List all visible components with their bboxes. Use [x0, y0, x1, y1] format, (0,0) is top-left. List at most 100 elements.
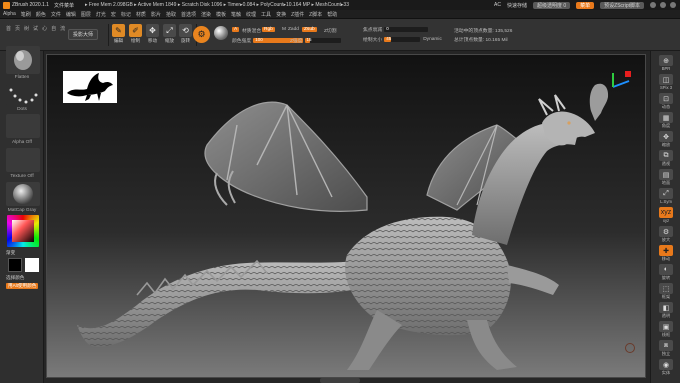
menu-item[interactable]: 渲染	[201, 11, 211, 18]
quick-tab[interactable]: 流	[60, 25, 65, 32]
menu-item[interactable]: 文件	[51, 11, 61, 18]
material-sphere-icon[interactable]	[214, 26, 228, 40]
z-intensity-slider[interactable]: Z强度 15	[290, 37, 341, 44]
zcut-toggle[interactable]: Z切割	[322, 27, 339, 34]
xyz-button[interactable]: xyz xyz	[656, 207, 676, 224]
quick-tab[interactable]: 首	[6, 25, 11, 32]
polyframe-button[interactable]: ▣ 线框	[656, 321, 676, 338]
quick-tab[interactable]: 自	[51, 25, 56, 32]
head	[542, 111, 595, 146]
menu-item[interactable]: Alpha	[3, 11, 16, 17]
rotate-icon: ⟲	[179, 24, 192, 37]
menu-item[interactable]: 模板	[216, 11, 226, 18]
z-intensity-track[interactable]: 15	[304, 37, 341, 43]
lsym-button[interactable]: ⤢ L.Sym	[656, 188, 676, 205]
zoom-button[interactable]: ✥ 缩放	[656, 131, 676, 148]
alternate-color-button[interactable]: 用Alt使用颜色	[6, 283, 39, 289]
switch-color-button[interactable]: 选择颜色	[6, 275, 24, 281]
dynamic-button[interactable]: ⊡ 动态	[656, 93, 676, 110]
minimize-icon[interactable]	[650, 2, 656, 8]
material-blend-label[interactable]: 材质混合	[240, 27, 263, 34]
stroke-slot[interactable]	[6, 84, 40, 106]
menu-item[interactable]: 工具	[261, 11, 271, 18]
menu-item[interactable]: 编辑	[66, 11, 76, 18]
menu-item[interactable]: 笔触	[231, 11, 241, 18]
perspective-toggle[interactable]: 投影大师	[68, 29, 99, 40]
menu-item[interactable]: 灯光	[96, 11, 106, 18]
rotate-button[interactable]: ⟲ 旋转	[177, 24, 194, 46]
default-zscript-button[interactable]: 预设ZScript脚本	[600, 1, 644, 9]
close-icon[interactable]	[670, 2, 676, 8]
ac-label[interactable]: AC	[494, 2, 501, 8]
move-button[interactable]: ✚ 移动	[656, 245, 676, 262]
spix-button[interactable]: ◫ SPix 3	[656, 74, 676, 91]
draw-button[interactable]: ✐ 绘制	[127, 24, 144, 46]
rgb-toggle[interactable]: Rgb	[262, 27, 275, 32]
zsub-toggle[interactable]: Zsub	[302, 27, 317, 32]
persp-button[interactable]: ⧉ 透视	[656, 150, 676, 167]
transparency-button[interactable]: 超级透明度 0	[532, 1, 571, 9]
menu-item[interactable]: 影片	[151, 11, 161, 18]
alpha-slot[interactable]	[6, 114, 40, 138]
document-canvas[interactable]	[46, 54, 646, 378]
move-button[interactable]: ✥ 移动	[144, 24, 161, 46]
rgb-intensity-label: 颜色强度	[232, 38, 252, 44]
brush-slot[interactable]	[6, 46, 40, 74]
floor-button[interactable]: ▤ 地面	[656, 169, 676, 186]
menu-item[interactable]: 颜色	[36, 11, 46, 18]
texture-slot[interactable]	[6, 148, 40, 172]
menu-item[interactable]: 标记	[121, 11, 131, 18]
rotate-label: 旋转	[661, 275, 671, 280]
transp-button[interactable]: ◧ 透明	[656, 302, 676, 319]
solo-button[interactable]: ⧈ 独立	[656, 340, 676, 357]
quick-tab[interactable]: 心	[42, 25, 47, 32]
quick-tab[interactable]: 树	[24, 25, 29, 32]
stroke-label: Dots	[17, 107, 27, 112]
zadd-toggle[interactable]: Zadd	[286, 27, 301, 32]
menu-item[interactable]: Z脚本	[309, 11, 322, 18]
edit-button[interactable]: ✎ 编辑	[110, 24, 127, 46]
main-color-swatch[interactable]	[8, 258, 22, 272]
quick-tab[interactable]: 试	[33, 25, 38, 32]
menu-item[interactable]: Z插件	[291, 11, 304, 18]
draw-size-value: 45	[386, 35, 392, 41]
menu-item[interactable]: 变换	[276, 11, 286, 18]
menu-button[interactable]: 菜单	[576, 1, 595, 9]
bpr-button[interactable]: ⊕ BPR	[656, 55, 676, 72]
scale-button[interactable]: ⤢ 缩放	[161, 24, 178, 46]
menu-item[interactable]: 帮助	[327, 11, 337, 18]
move-icon: ✥	[146, 24, 159, 37]
color-picker-square[interactable]	[12, 220, 34, 242]
menu-item[interactable]: 纹理	[246, 11, 256, 18]
navigation-gizmo-icon[interactable]	[609, 69, 633, 93]
material-slot[interactable]	[6, 182, 40, 206]
menu-item[interactable]: 材质	[136, 11, 146, 18]
focal-shift-slider[interactable]: 焦点衰减 0	[363, 26, 429, 33]
brush-settings-icon[interactable]: ⚙	[193, 26, 210, 43]
draw-size-track[interactable]: 45	[384, 35, 421, 42]
file-menu-label[interactable]: 文件菜单	[54, 2, 74, 9]
menu-item[interactable]: 拾取	[166, 11, 176, 18]
quicksave-button[interactable]: 快速存储	[507, 2, 527, 9]
menu-item[interactable]: 宏	[111, 11, 116, 18]
menu-item[interactable]: 笔刷	[21, 11, 31, 18]
draw-size-slider[interactable]: 绘制大小 45 Dynamic	[363, 35, 444, 43]
gradient-label[interactable]: 渐变	[6, 250, 15, 256]
menu-item[interactable]: 图层	[81, 11, 91, 18]
orientation-head-icon[interactable]	[589, 81, 611, 125]
menu-item[interactable]: 首选项	[181, 11, 196, 18]
rotate-button[interactable]: ◐ 旋转	[656, 264, 676, 281]
angle-button[interactable]: ▦ 角度	[656, 112, 676, 129]
solid-button[interactable]: ◉ 实体	[656, 359, 676, 376]
rgb-intensity-value: 100	[255, 36, 263, 42]
maximize-icon[interactable]	[660, 2, 666, 8]
quick-tab[interactable]: 页	[15, 25, 20, 32]
dragon-model[interactable]	[77, 85, 597, 375]
magnify-button[interactable]: ⚙ 放大	[656, 226, 676, 243]
frame-button[interactable]: ⬚ 框架	[656, 283, 676, 300]
bottom-tray-handle[interactable]	[320, 378, 360, 383]
mrgb-toggle[interactable]: A	[232, 27, 240, 32]
focal-shift-track[interactable]: 0	[384, 26, 429, 32]
secondary-color-swatch[interactable]	[25, 258, 39, 272]
dynamic-toggle[interactable]: Dynamic	[423, 37, 442, 42]
